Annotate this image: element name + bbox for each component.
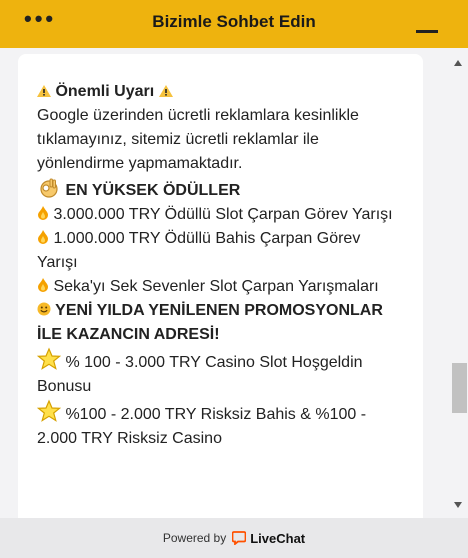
livechat-logo-icon — [232, 531, 247, 545]
chat-title: Bizimle Sohbet Edin — [152, 12, 316, 31]
scrollbar-thumb[interactable] — [452, 363, 467, 413]
footer: Powered by LiveChat — [0, 518, 468, 558]
award-text: 1.000.000 TRY Ödüllü Bahis Çarpan Görev … — [37, 230, 361, 271]
fire-icon — [38, 278, 48, 292]
award-text: Seka'yı Sek Sevenler Slot Çarpan Yarışma… — [53, 278, 379, 295]
message-card: Önemli Uyarı Google üzerinden ücretli re… — [18, 54, 423, 518]
powered-by-label: Powered by — [162, 531, 227, 545]
award-item: 1.000.000 TRY Ödüllü Bahis Çarpan Görev … — [37, 227, 405, 275]
warning-title: Önemli Uyarı — [55, 83, 155, 100]
scroll-up-icon[interactable] — [454, 60, 462, 66]
award-item: Seka'yı Sek Sevenler Slot Çarpan Yarışma… — [37, 275, 405, 299]
star-icon — [37, 399, 61, 422]
promo-item: %100 - 2.000 TRY Risksiz Bahis & %100 - … — [37, 399, 405, 451]
awards-heading: EN YÜKSEK ÖDÜLLER — [65, 182, 241, 199]
warning-icon — [158, 85, 173, 97]
promo-item: % 100 - 3.000 TRY Casino Slot Hoşgeldin … — [37, 347, 405, 399]
livechat-link[interactable]: LiveChat — [250, 531, 305, 546]
promo-heading-row: YENİ YILDA YENİLENEN PROMOSYONLAR İLE KA… — [37, 299, 405, 347]
fire-icon — [38, 230, 48, 244]
scroll-down-icon[interactable] — [454, 502, 462, 508]
award-text: 3.000.000 TRY Ödüllü Slot Çarpan Görev Y… — [53, 206, 393, 223]
promo-heading: YENİ YILDA YENİLENEN PROMOSYONLAR İLE KA… — [37, 302, 383, 343]
promo-text: %100 - 2.000 TRY Risksiz Bahis & %100 - … — [37, 406, 367, 447]
warning-heading: Önemli Uyarı — [37, 80, 405, 104]
chat-header: ••• Bizimle Sohbet Edin — [0, 0, 468, 48]
promo-text: % 100 - 3.000 TRY Casino Slot Hoşgeldin … — [37, 354, 363, 395]
fire-icon — [38, 206, 48, 220]
warning-text: Google üzerinden ücretli reklamlara kesi… — [37, 107, 359, 172]
star-icon — [37, 347, 61, 370]
ok-hand-icon — [40, 178, 58, 198]
chat-content[interactable]: Önemli Uyarı Google üzerinden ücretli re… — [0, 48, 468, 518]
warning-icon — [37, 85, 51, 97]
award-item: 3.000.000 TRY Ödüllü Slot Çarpan Görev Y… — [37, 203, 405, 227]
awards-heading-row: EN YÜKSEK ÖDÜLLER — [37, 176, 405, 203]
smile-icon — [37, 302, 51, 316]
scrollbar[interactable] — [440, 48, 468, 518]
minimize-button[interactable] — [416, 30, 438, 33]
